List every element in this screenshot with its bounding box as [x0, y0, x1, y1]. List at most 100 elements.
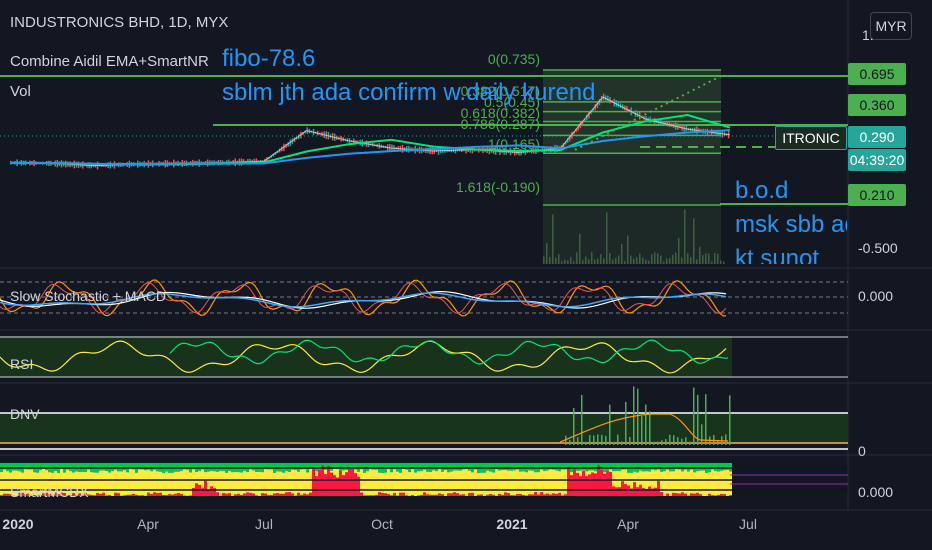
stoch-pane-label: Slow Stochastic + MACD: [10, 288, 166, 304]
mcdx-red-bar: [420, 494, 423, 496]
volume-bar: [723, 261, 725, 264]
currency-button[interactable]: MYR: [870, 12, 912, 40]
mcdx-red-bar: [384, 493, 387, 496]
mcdx-green-bar: [585, 463, 588, 472]
mcdx-green-bar: [576, 463, 579, 471]
mcdx-red-bar: [345, 472, 348, 496]
mcdx-red-bar: [234, 494, 237, 496]
volume-bar: [693, 218, 695, 264]
x-label-jul-2021: Jul: [739, 516, 757, 532]
mcdx-red-bar: [303, 493, 306, 496]
dnv-bar: [573, 407, 575, 445]
mcdx-green-bar: [219, 463, 222, 471]
mcdx-green-bar: [6, 463, 9, 472]
mcdx-red-bar: [0, 495, 3, 496]
volume-bar: [609, 253, 611, 264]
mcdx-green-bar: [324, 463, 327, 470]
mcdx-green-bar: [318, 463, 321, 471]
mcdx-red-bar: [285, 492, 288, 496]
mcdx-red-bar: [591, 472, 594, 496]
mcdx-red-bar: [99, 493, 102, 496]
mcdx-red-bar: [327, 465, 330, 496]
mcdx-green-bar: [285, 463, 288, 472]
volume-bar: [573, 261, 575, 264]
mcdx-red-bar: [228, 493, 231, 496]
mcdx-green-bar: [456, 463, 459, 471]
mcdx-red-bar: [348, 469, 351, 496]
mcdx-green-bar: [579, 463, 582, 471]
mcdx-green-bar: [588, 463, 591, 471]
mcdx-red-bar: [426, 494, 429, 496]
mcdx-red-bar: [369, 495, 372, 496]
mcdx-green-bar: [345, 463, 348, 470]
mcdx-green-bar: [498, 463, 501, 471]
mcdx-green-bar: [510, 463, 513, 471]
volume-bar: [681, 257, 683, 264]
mcdx-green-bar: [645, 463, 648, 472]
volume-bar: [585, 256, 587, 264]
volume-bar: [627, 235, 629, 264]
mcdx-red-bar: [126, 494, 129, 496]
mcdx-red-bar: [309, 492, 312, 496]
mcdx-red-bar: [324, 474, 327, 496]
mcdx-red-bar: [276, 493, 279, 496]
bod-note-line3: kt sunot: [735, 246, 820, 264]
mcdx-green-bar: [546, 463, 549, 471]
symbol-title: INDUSTRONICS BHD, 1D, MYX: [10, 14, 229, 31]
mcdx-green-bar: [39, 463, 42, 471]
mcdx-red-bar: [225, 493, 228, 496]
mcdx-green-bar: [252, 463, 255, 471]
mcdx-red-bar: [516, 494, 519, 496]
mcdx-red-bar: [438, 493, 441, 496]
mcdx-red-bar: [246, 492, 249, 496]
volume-bar: [597, 258, 599, 264]
mcdx-red-bar: [351, 468, 354, 496]
mcdx-red-bar: [153, 492, 156, 496]
mcdx-red-bar: [390, 495, 393, 496]
mcdx-red-bar: [210, 486, 213, 496]
mcdx-red-bar: [240, 495, 243, 496]
mcdx-green-bar: [99, 463, 102, 471]
dnv-bar: [641, 416, 643, 445]
volume-bar: [552, 214, 554, 264]
mcdx-red-bar: [486, 494, 489, 496]
mcdx-red-bar: [558, 492, 561, 496]
volume-bar: [582, 260, 584, 264]
volume-bar: [567, 260, 569, 264]
mcdx-red-bar: [546, 493, 549, 496]
mcdx-red-bar: [174, 493, 177, 496]
mcdx-red-bar: [378, 492, 381, 496]
mcdx-red-bar: [525, 495, 528, 496]
mcdx-red-bar: [699, 494, 702, 496]
dnv-bar: [705, 394, 707, 445]
indicator-vol-label: Vol: [10, 83, 31, 100]
mcdx-red-bar: [609, 471, 612, 496]
mcdx-red-bar: [612, 486, 615, 496]
mcdx-red-bar: [594, 473, 597, 496]
volume-bar: [690, 257, 692, 264]
mcdx-red-bar: [717, 494, 720, 496]
volume-bar: [654, 252, 656, 264]
mcdx-red-bar: [267, 495, 270, 496]
mcdx-green-bar: [54, 463, 57, 471]
volume-bar: [579, 234, 581, 264]
dnv-bar: [625, 401, 627, 445]
volume-bar: [570, 257, 572, 264]
mcdx-red-bar: [177, 492, 180, 496]
mcdx-red-bar: [372, 495, 375, 496]
mcdx-red-bar: [570, 475, 573, 496]
volume-bar: [636, 257, 638, 264]
mcdx-pane-label: SmartMCDX: [10, 484, 89, 500]
mcdx-green-bar: [618, 463, 621, 471]
mcdx-green-bar: [723, 463, 726, 471]
mcdx-green-bar: [726, 463, 729, 470]
mcdx-green-bar: [639, 463, 642, 471]
mcdx-green-bar: [294, 463, 297, 471]
mcdx-red-bar: [480, 494, 483, 496]
mcdx-red-bar: [288, 492, 291, 496]
mcdx-red-bar: [159, 492, 162, 496]
mcdx-green-bar: [342, 463, 345, 471]
mcdx-green-bar: [123, 463, 126, 471]
mcdx-red-bar: [423, 492, 426, 496]
mcdx-red-bar: [237, 493, 240, 496]
